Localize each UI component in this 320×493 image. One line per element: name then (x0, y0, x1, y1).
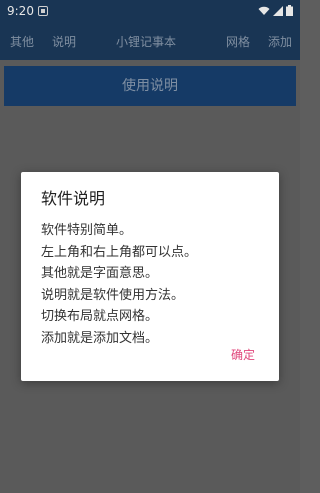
wifi-icon (258, 6, 270, 15)
signal-icon (273, 5, 283, 16)
ok-button[interactable]: 确定 (231, 346, 255, 364)
status-bar: 9:20 (0, 0, 300, 24)
dialog-title: 软件说明 (41, 189, 106, 208)
battery-icon (286, 5, 293, 16)
app-title: 小锂记事本 (116, 35, 177, 49)
grid-menu-button[interactable]: 网格 (226, 24, 250, 60)
other-menu-button[interactable]: 其他 (10, 24, 34, 60)
dialog-line: 切换布局就点网格。 (41, 309, 159, 324)
notification-icon (38, 6, 48, 16)
help-dialog: 软件说明 软件特别简单。 左上角和右上角都可以点。 其他就是字面意思。 说明就是… (21, 172, 279, 381)
dialog-line: 软件特别简单。 (41, 223, 133, 238)
add-menu-button[interactable]: 添加 (268, 24, 292, 60)
dialog-line: 其他就是字面意思。 (41, 266, 159, 281)
usage-help-button[interactable]: 使用说明 (4, 66, 296, 106)
help-menu-button[interactable]: 说明 (52, 24, 76, 60)
status-time: 9:20 (7, 4, 34, 18)
status-icons (258, 5, 293, 16)
dialog-message: 软件特别简单。 左上角和右上角都可以点。 其他就是字面意思。 说明就是软件使用方… (41, 220, 271, 349)
dialog-line: 左上角和右上角都可以点。 (41, 244, 198, 260)
dialog-line: 说明就是软件使用方法。 (41, 287, 185, 303)
toolbar: 其他 说明 小锂记事本 网格 添加 (0, 24, 300, 60)
